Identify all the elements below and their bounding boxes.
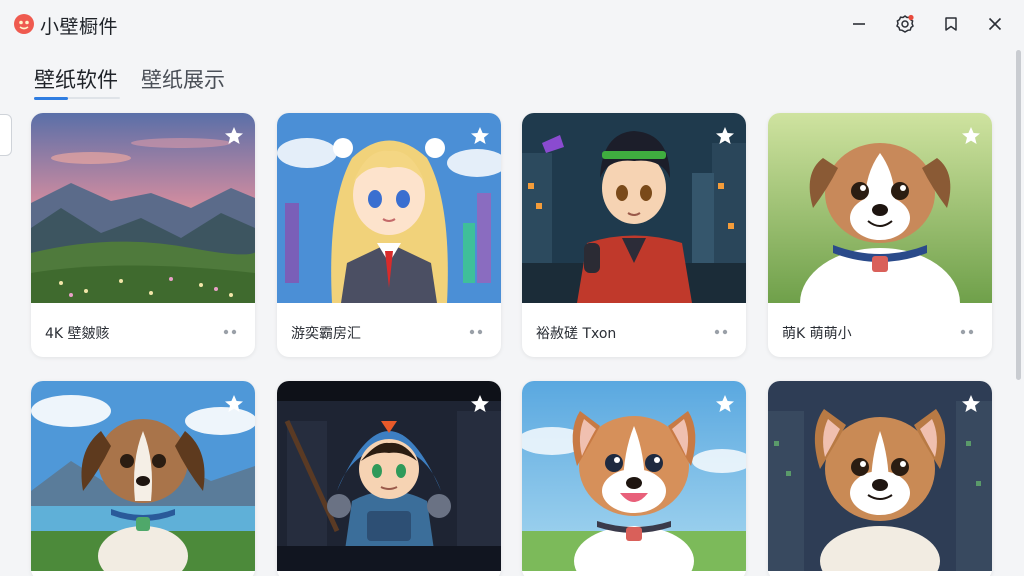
wallpaper-thumbnail: [768, 381, 992, 571]
tab-wallpaper-showcase[interactable]: 壁纸展示: [141, 64, 225, 94]
star-icon[interactable]: [714, 393, 736, 415]
notification-dot: [908, 14, 914, 21]
wallpaper-thumbnail: [31, 381, 255, 571]
wallpaper-card[interactable]: 游奕霸房汇: [277, 113, 501, 357]
wallpaper-thumbnail: [522, 381, 746, 571]
more-dots-icon[interactable]: [712, 325, 730, 339]
wallpaper-thumbnail: [277, 113, 501, 303]
wallpaper-thumbnail: [768, 113, 992, 303]
wallpaper-title: 4K 壁皴赅: [45, 326, 110, 342]
star-icon[interactable]: [960, 393, 982, 415]
wallpaper-card[interactable]: [277, 381, 501, 576]
app-title: 小壁橱件: [40, 16, 119, 38]
pin-icon: [945, 17, 957, 31]
star-icon[interactable]: [469, 125, 491, 147]
wallpaper-thumbnail: [522, 113, 746, 303]
wallpaper-title: 游奕霸房汇: [291, 326, 361, 342]
wallpaper-card[interactable]: [768, 381, 992, 576]
star-icon[interactable]: [223, 393, 245, 415]
wallpaper-thumbnail: [277, 381, 501, 571]
settings-button[interactable]: [891, 10, 919, 38]
wallpaper-card[interactable]: [522, 381, 746, 576]
star-icon[interactable]: [469, 393, 491, 415]
close-icon: [988, 17, 1002, 31]
scrollbar[interactable]: [1016, 50, 1021, 380]
more-dots-icon[interactable]: [221, 325, 239, 339]
wallpaper-card[interactable]: 4K 壁皴赅: [31, 113, 255, 357]
more-dots-icon[interactable]: [958, 325, 976, 339]
pin-button[interactable]: [937, 10, 965, 38]
active-tab-indicator: [34, 97, 68, 100]
star-icon[interactable]: [960, 125, 982, 147]
wallpaper-card[interactable]: [31, 381, 255, 576]
more-dots-icon[interactable]: [467, 325, 485, 339]
wallpaper-thumbnail: [31, 113, 255, 303]
minimize-icon: [853, 23, 865, 25]
side-panel-handle[interactable]: [0, 114, 12, 156]
minimize-button[interactable]: [845, 10, 873, 38]
tab-wallpaper-software[interactable]: 壁纸软件: [34, 64, 118, 94]
star-icon[interactable]: [714, 125, 736, 147]
app-logo-icon: [14, 14, 34, 34]
title-bar: 小壁橱件: [0, 0, 1024, 48]
wallpaper-card[interactable]: 裕赦磋 Txon: [522, 113, 746, 357]
wallpaper-title: 裕赦磋 Txon: [536, 326, 617, 342]
close-button[interactable]: [981, 10, 1009, 38]
settings-icon: [896, 14, 914, 33]
star-icon[interactable]: [223, 125, 245, 147]
wallpaper-card[interactable]: 萌K 萌萌小: [768, 113, 992, 357]
wallpaper-title: 萌K 萌萌小: [782, 326, 852, 342]
